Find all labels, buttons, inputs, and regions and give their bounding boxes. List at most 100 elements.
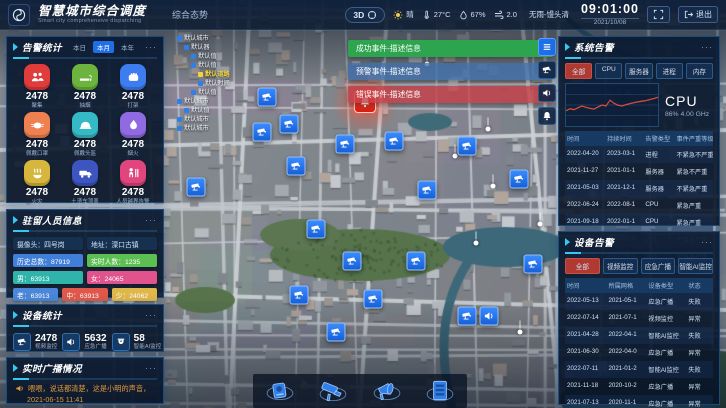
device-alarm-tab-应急广播[interactable]: 应急广播 (641, 258, 676, 274)
cctv-marker[interactable] (524, 255, 543, 274)
map-tool-speaker-icon[interactable] (538, 84, 556, 102)
poi-dot[interactable] (538, 222, 543, 227)
cctv-marker[interactable] (458, 137, 477, 156)
table-row[interactable]: 2021-05-032021-12-1服务器不紧急严重 (565, 180, 713, 197)
scene-tree-item[interactable]: 默认值 (170, 52, 230, 61)
toolbar-loudspeaker-icon[interactable] (372, 376, 402, 406)
more-button[interactable]: ··· (701, 240, 713, 244)
map-tool-alarm-icon[interactable] (538, 107, 556, 125)
poi-dot[interactable] (518, 330, 523, 335)
alarm-tile[interactable]: 2478土渣车顶盖 (61, 160, 109, 205)
table-row[interactable]: 2021-09-182022-01-1CPU紧急严重 (565, 214, 713, 231)
poi-dot[interactable] (453, 154, 458, 159)
cctv-marker[interactable] (280, 115, 299, 134)
more-button[interactable]: ··· (145, 218, 157, 222)
scene-tree-item[interactable]: 默认值 (170, 106, 230, 115)
system-alarm-tab-内存[interactable]: 内存 (686, 63, 713, 79)
more-button[interactable]: ··· (145, 366, 157, 370)
poi-dot[interactable] (474, 241, 479, 246)
device-alarm-tabs: 全部视频监控应急广播智能AI监控 (559, 254, 719, 274)
cctv-marker[interactable] (336, 135, 355, 154)
speaker-marker[interactable] (480, 307, 499, 326)
cctv-marker[interactable] (364, 290, 383, 309)
more-button[interactable]: ··· (145, 313, 157, 317)
scene-tree-item[interactable]: 默认值 (170, 61, 230, 70)
cctv-marker[interactable] (385, 132, 404, 151)
table-row[interactable]: 2022-07-142021-07-1视频监控异常 (565, 310, 713, 327)
cctv-marker[interactable] (510, 170, 529, 189)
toolbar-alarm-device-icon[interactable] (265, 376, 295, 406)
camera-icon (389, 136, 400, 147)
table-row[interactable]: 2021-04-282022-04-1智能AI监控失败 (565, 327, 713, 344)
view-3d-toggle[interactable]: 3D (345, 7, 385, 23)
table-cell: 视频监控 (646, 310, 686, 327)
more-button[interactable]: ··· (145, 45, 157, 49)
panel-arrow-icon (565, 238, 570, 246)
device-alarm-tab-智能AI监控[interactable]: 智能AI监控 (678, 258, 713, 274)
alarm-tile[interactable]: 2478抽烟 (61, 64, 109, 109)
table-row[interactable]: 2021-06-302022-04-0应急广播异常 (565, 344, 713, 361)
scene-tree-item[interactable]: 默认值 (170, 88, 230, 97)
cctv-marker[interactable] (287, 157, 306, 176)
device-alarm-tab-视频监控[interactable]: 视频监控 (603, 258, 638, 274)
alarm-count: 2478 (109, 92, 157, 102)
cctv-marker[interactable] (343, 252, 362, 271)
system-alarm-tab-全部[interactable]: 全部 (565, 63, 592, 79)
cctv-marker[interactable] (253, 123, 272, 142)
poi-dot[interactable] (491, 184, 496, 189)
alarm-tile[interactable]: 2478人员越界告警 (109, 160, 157, 205)
map-tool-layers-icon[interactable] (538, 38, 556, 56)
alarm-tile[interactable]: 2478聚集 (13, 64, 61, 109)
toast-warning[interactable]: 预警事件-描述信息› (348, 63, 553, 80)
table-row[interactable]: 2022-06-242022-08-1CPU紧急严重 (565, 197, 713, 214)
cctv-marker[interactable] (307, 220, 326, 239)
table-row[interactable]: 2021-07-132020-11-1应急广播异常 (565, 395, 713, 408)
alarm-tile[interactable]: 2478火灾 (13, 160, 61, 205)
alarm-tile[interactable]: 2478佩戴头盔 (61, 112, 109, 157)
table-row[interactable]: 2021-11-272021-01-1服务器紧急不严重 (565, 163, 713, 180)
table-row[interactable]: 2022-07-112021-01-2智能AI监控失败 (565, 361, 713, 378)
cctv-marker[interactable] (458, 307, 477, 326)
device-stat-label: 应急广播 (84, 345, 106, 351)
cctv-marker[interactable] (187, 178, 206, 197)
system-alarm-tab-服务器[interactable]: 服务器 (625, 63, 652, 79)
alarm-tile[interactable]: 2478打架 (109, 64, 157, 109)
alarm-tab-本年[interactable]: 本年 (117, 41, 138, 53)
exit-button[interactable]: 退出 (678, 6, 718, 23)
alarm-tab-本日[interactable]: 本日 (69, 41, 90, 53)
alarm-tile[interactable]: 2478佩戴口罩 (13, 112, 61, 157)
table-row[interactable]: 2022-04-202023-03-1进程不紧急不严重 (565, 146, 713, 163)
toolbar-server-rack-icon[interactable] (425, 376, 455, 406)
scene-tree-item[interactable]: 默认城市 (170, 124, 230, 133)
toast-success[interactable]: 成功事件-描述信息› (348, 40, 553, 57)
scene-tree-item[interactable]: 默认器 (170, 43, 230, 52)
fullscreen-button[interactable] (647, 6, 670, 23)
scene-tree-item[interactable]: 默认城市 (170, 115, 230, 124)
device-stat-value: 58 (134, 334, 162, 344)
scene-tree-item[interactable]: 默认道路 (170, 70, 230, 79)
app-titles: 智慧城市综合调度 Smart city comprehensive dispat… (38, 5, 146, 25)
poi-dot[interactable] (486, 127, 491, 132)
toast-error[interactable]: 错误事件-描述信息› (348, 86, 553, 103)
alarm-tile[interactable]: 2478烟火 (109, 112, 157, 157)
map-tool-camera-icon[interactable] (538, 61, 556, 79)
table-row[interactable]: 2022-05-132021-05-1应急广播失败 (565, 293, 713, 310)
scene-tree-item[interactable]: 默认城市 (170, 97, 230, 106)
cctv-marker[interactable] (327, 323, 346, 342)
toolbar-cctv-icon[interactable] (318, 376, 348, 406)
more-button[interactable]: ··· (701, 45, 713, 49)
cctv-marker[interactable] (290, 286, 309, 305)
table-cell: 失败 (686, 361, 713, 378)
system-alarm-tab-CPU[interactable]: CPU (595, 63, 622, 79)
cctv-marker[interactable] (258, 88, 277, 107)
cctv-marker[interactable] (418, 181, 437, 200)
scene-tree-item[interactable]: 默认时间 (170, 79, 230, 88)
scene-tree-item[interactable]: 默认城市 (170, 34, 230, 43)
tab-overview[interactable]: 综合态势 (166, 6, 214, 23)
table-cell: 应急广播 (646, 395, 686, 408)
table-row[interactable]: 2021-11-182020-10-2应急广播异常 (565, 378, 713, 395)
alarm-tab-本月[interactable]: 本月 (93, 41, 114, 53)
cctv-marker[interactable] (407, 252, 426, 271)
device-alarm-tab-全部[interactable]: 全部 (565, 258, 600, 274)
system-alarm-tab-进程[interactable]: 进程 (656, 63, 683, 79)
